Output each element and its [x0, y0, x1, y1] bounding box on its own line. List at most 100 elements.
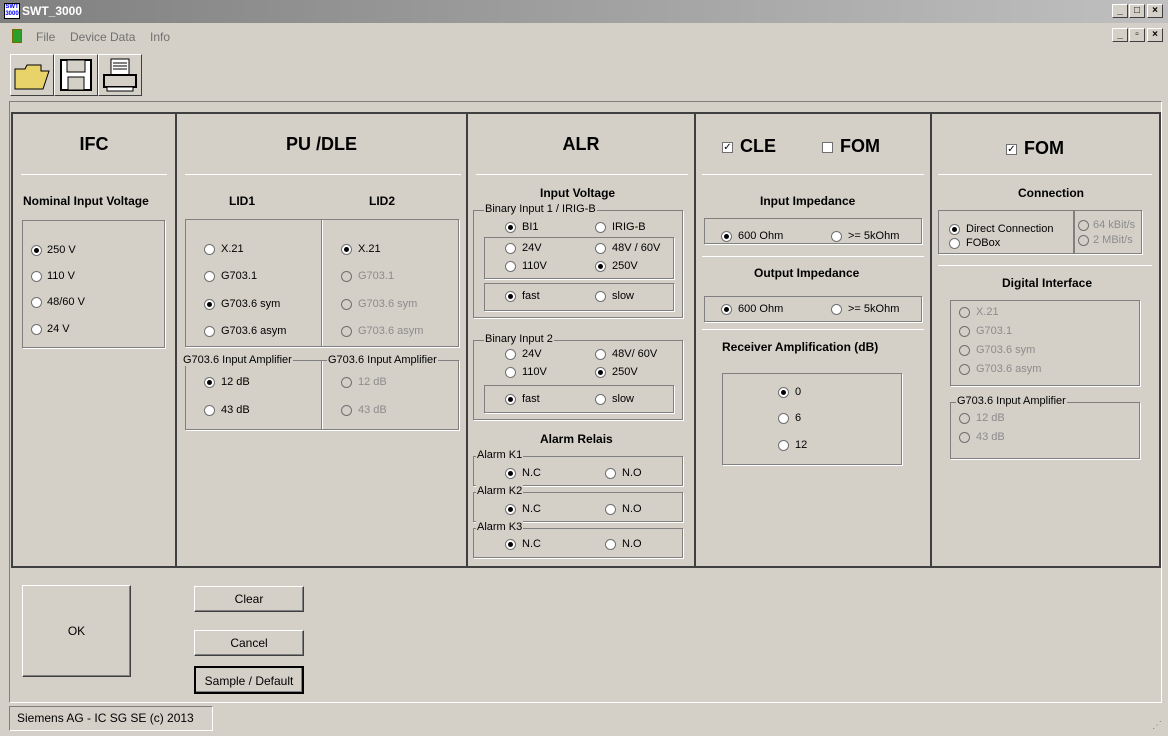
cle-column: ✓ CLE FOM Input Impedance 600 Ohm >= 5kO… — [696, 114, 932, 567]
irigb-radio[interactable] — [595, 222, 606, 233]
open-folder-button[interactable] — [10, 54, 54, 96]
bi1-48v-radio[interactable] — [595, 243, 606, 254]
ifc-title: IFC — [79, 134, 109, 154]
close-icon[interactable]: × — [1147, 4, 1163, 18]
lid1-x21-radio[interactable] — [204, 244, 215, 255]
k3-no-radio[interactable] — [605, 539, 616, 550]
pu-dle-column: PU /DLE LID1 LID2 X.21 G703.1 G703.6 sym… — [177, 114, 468, 567]
k1-nc-radio[interactable] — [505, 468, 516, 479]
gain-0-label: 0 — [795, 386, 802, 398]
fom-12db-radio — [959, 413, 970, 424]
menu-device-data[interactable]: Device Data — [70, 30, 135, 44]
gain-12-label: 12 — [795, 439, 808, 451]
fom-amp-label: G703.6 Input Amplifier — [956, 395, 1067, 407]
lid1-g7031-radio[interactable] — [204, 271, 215, 282]
mdi-restore-icon[interactable]: ▫ — [1129, 28, 1145, 42]
mdi-close-icon[interactable]: × — [1147, 28, 1163, 42]
fobox-radio[interactable] — [949, 238, 960, 249]
bi1-110v-radio[interactable] — [505, 261, 516, 272]
gain-12-radio[interactable] — [778, 440, 789, 451]
minimize-icon[interactable]: _ — [1112, 4, 1128, 18]
fom-checkbox-cle[interactable] — [822, 142, 833, 153]
out-5kohm-radio[interactable] — [831, 304, 842, 315]
k3-nc-label: N.C — [522, 538, 541, 550]
ifc-250v-radio[interactable] — [31, 245, 42, 256]
clear-button[interactable]: Clear — [194, 586, 304, 612]
lid1-g7036asym-radio[interactable] — [204, 326, 215, 337]
lid2-g7036asym-radio — [341, 326, 352, 337]
gain-0-radio[interactable] — [778, 387, 789, 398]
print-button[interactable] — [98, 54, 142, 96]
maximize-icon[interactable]: □ — [1129, 4, 1145, 18]
k1-nc-label: N.C — [522, 467, 541, 479]
bi2-250v-radio[interactable] — [595, 367, 606, 378]
input-voltage-label: Input Voltage — [540, 186, 616, 200]
ifc-110v-radio[interactable] — [31, 271, 42, 282]
in-5kohm-radio[interactable] — [831, 231, 842, 242]
in-600ohm-label: 600 Ohm — [738, 230, 784, 242]
fom-43db-radio — [959, 432, 970, 443]
ifc-48v-radio[interactable] — [31, 297, 42, 308]
alarm-k1-label: Alarm K1 — [476, 449, 524, 461]
menu-file[interactable]: File — [36, 30, 55, 44]
bi1-24v-radio[interactable] — [505, 243, 516, 254]
2mbit-radio — [1078, 235, 1089, 246]
app-icon: SWT 3000 — [4, 3, 20, 19]
k2-nc-radio[interactable] — [505, 504, 516, 515]
lid1-g7036asym-label: G703.6 asym — [221, 325, 287, 337]
bi1-slow-label: slow — [612, 290, 635, 302]
divider — [702, 174, 924, 175]
ifc-24v-label: 24 V — [47, 323, 70, 335]
fom-column: ✓ FOM Connection Direct Connection FOBox… — [932, 114, 1159, 567]
lid1-label: LID1 — [229, 194, 256, 208]
alarm-k2-label: Alarm K2 — [476, 485, 524, 497]
ifc-110v-label: 110 V — [47, 270, 75, 282]
ifc-column: IFC Nominal Input Voltage 250 V 110 V 48… — [13, 114, 177, 567]
direct-connection-radio[interactable] — [949, 224, 960, 235]
bi1-radio[interactable] — [505, 222, 516, 233]
fom-g7036sym-radio — [959, 345, 970, 356]
output-impedance-label: Output Impedance — [754, 266, 860, 280]
k3-nc-radio[interactable] — [505, 539, 516, 550]
cle-title: CLE — [740, 136, 776, 156]
lid2-x21-radio[interactable] — [341, 244, 352, 255]
bi1-label: Binary Input 1 / IRIG-B — [484, 203, 597, 215]
bi2-250v-label: 250V — [612, 366, 638, 378]
lid1-g7036sym-radio[interactable] — [204, 299, 215, 310]
bi2-fast-radio[interactable] — [505, 394, 516, 405]
cle-checkbox[interactable]: ✓ — [722, 142, 733, 153]
window-title: SWT_3000 — [22, 4, 83, 18]
lid1-43db-radio[interactable] — [204, 405, 215, 416]
nominal-voltage-label: Nominal Input Voltage — [23, 194, 149, 208]
fom-checkbox[interactable]: ✓ — [1006, 144, 1017, 155]
bi1-fast-radio[interactable] — [505, 291, 516, 302]
fom-g7036asym-radio — [959, 364, 970, 375]
ifc-24v-radio[interactable] — [31, 324, 42, 335]
bi1-250v-radio[interactable] — [595, 261, 606, 272]
input-impedance-label: Input Impedance — [760, 194, 856, 208]
save-button[interactable] — [54, 54, 98, 96]
lid1-12db-radio[interactable] — [204, 377, 215, 388]
resize-grip-icon[interactable]: ⋰ — [1152, 720, 1164, 732]
k2-no-label: N.O — [622, 503, 642, 515]
bi2-slow-radio[interactable] — [595, 394, 606, 405]
k1-no-radio[interactable] — [605, 468, 616, 479]
mdi-minimize-icon[interactable]: _ — [1112, 28, 1128, 42]
lid2-12db-label: 12 dB — [358, 376, 387, 388]
sample-default-button[interactable]: Sample / Default — [194, 666, 304, 694]
bi2-24v-radio[interactable] — [505, 349, 516, 360]
gain-6-radio[interactable] — [778, 413, 789, 424]
k2-no-radio[interactable] — [605, 504, 616, 515]
k2-nc-label: N.C — [522, 503, 541, 515]
menu-info[interactable]: Info — [150, 30, 170, 44]
bi2-48v-radio[interactable] — [595, 349, 606, 360]
bi2-110v-radio[interactable] — [505, 367, 516, 378]
ok-button[interactable]: OK — [22, 585, 131, 677]
in-600ohm-radio[interactable] — [721, 231, 732, 242]
divider — [476, 174, 688, 175]
bi2-48v-label: 48V/ 60V — [612, 348, 658, 360]
lid2-amp-group — [321, 360, 459, 430]
out-600ohm-radio[interactable] — [721, 304, 732, 315]
bi1-slow-radio[interactable] — [595, 291, 606, 302]
cancel-button[interactable]: Cancel — [194, 630, 304, 656]
